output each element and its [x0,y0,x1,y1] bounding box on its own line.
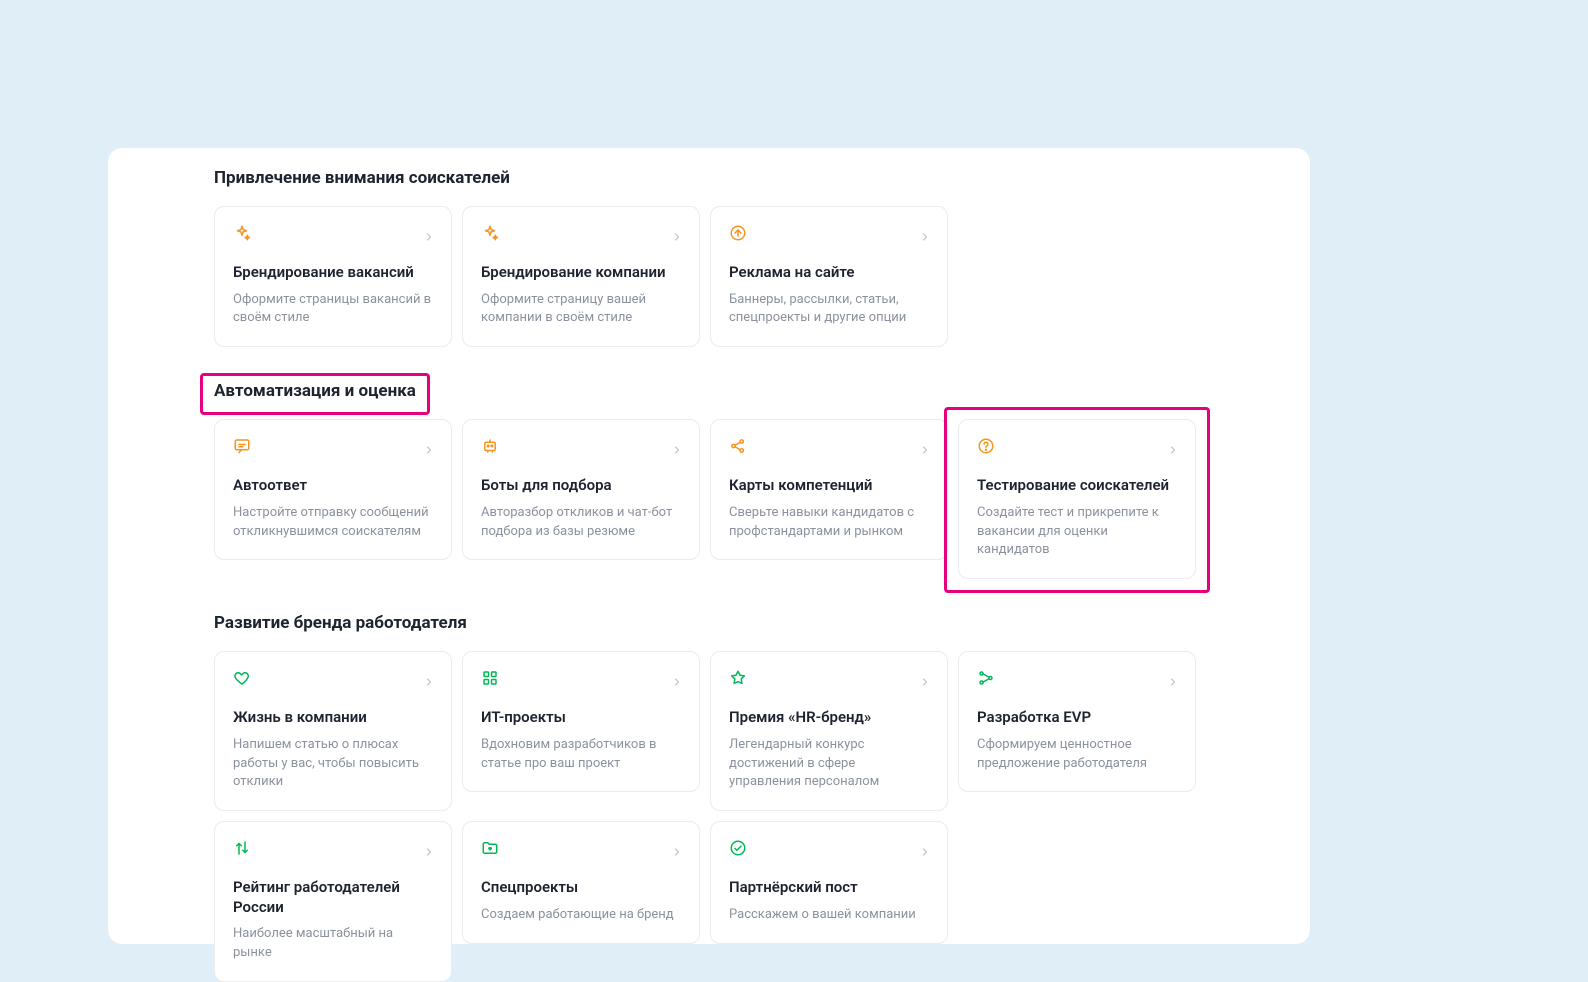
card-title: Реклама на сайте [729,263,929,283]
chevron-right-icon [919,228,929,238]
card-description: Авторазбор откликов и чат-бот подбора из… [481,504,681,542]
chevron-right-icon [919,441,929,451]
chevron-right-icon [1167,673,1177,683]
card-attract-0[interactable]: Брендирование вакансий Оформите страницы … [214,206,452,347]
card-automation-3[interactable]: Тестирование соискателей Создайте тест и … [958,419,1196,579]
card-icon-row [729,223,929,243]
share-icon [729,437,747,455]
card-icon-row [233,668,433,688]
section-heading-branding: Развитие бренда работодателя [214,613,467,633]
chevron-right-icon [671,441,681,451]
card-icon-row [481,436,681,456]
card-icon-row [481,223,681,243]
main-panel: Привлечение внимания соискателей Брендиро… [108,148,1310,944]
card-title: Брендирование вакансий [233,263,433,283]
card-automation-2[interactable]: Карты компетенций Сверьте навыки кандидат… [710,419,948,560]
card-title: Автоответ [233,476,433,496]
card-branding-1[interactable]: ИТ-проекты Вдохновим разработчиков в стат… [462,651,700,792]
heart-icon [233,669,251,687]
card-description: Настройте отправку сообщений откликнувши… [233,504,433,542]
star-icon [729,669,747,687]
arrow-up-circle-icon [729,224,747,242]
card-title: Разработка EVP [977,708,1177,728]
chevron-right-icon [919,843,929,853]
card-icon-row [977,668,1177,688]
card-icon-row [729,436,929,456]
card-description: Оформите страницу вашей компании в своём… [481,291,681,329]
card-title: Партнёрский пост [729,878,929,898]
card-title: Спецпроекты [481,878,681,898]
card-title: Брендирование компании [481,263,681,283]
chat-icon [233,437,251,455]
card-description: Напишем статью о плюсах работы у вас, чт… [233,736,433,793]
question-circle-icon [977,437,995,455]
chevron-right-icon [671,228,681,238]
card-attract-2[interactable]: Реклама на сайте Баннеры, рассылки, стать… [710,206,948,347]
card-title: Жизнь в компании [233,708,433,728]
card-description: Вдохновим разработчиков в статье про ваш… [481,736,681,774]
chevron-right-icon [919,673,929,683]
network-icon [977,669,995,687]
card-branding-4[interactable]: Рейтинг работодателей России Наиболее мас… [214,821,452,982]
card-branding-0[interactable]: Жизнь в компании Напишем статью о плюсах … [214,651,452,811]
card-grid-branding: Жизнь в компании Напишем статью о плюсах … [214,651,1252,982]
card-title: Карты компетенций [729,476,929,496]
card-title: ИТ-проекты [481,708,681,728]
folder-heart-icon [481,839,499,857]
card-icon-row [977,436,1177,456]
arrows-updown-icon [233,839,251,857]
content: Привлечение внимания соискателей Брендиро… [108,148,1310,982]
card-title: Премия «HR-бренд» [729,708,929,728]
check-circle-icon [729,839,747,857]
card-description: Сверьте навыки кандидатов с профстандарт… [729,504,929,542]
card-branding-3[interactable]: Разработка EVP Сформируем ценностное пред… [958,651,1196,792]
card-branding-2[interactable]: Премия «HR-бренд» Легендарный конкурс дос… [710,651,948,811]
sparkle-icon [481,224,499,242]
chevron-right-icon [423,441,433,451]
card-branding-6[interactable]: Партнёрский пост Расскажем о вашей компан… [710,821,948,943]
card-description: Наиболее масштабный на рынке [233,925,433,963]
card-title: Рейтинг работодателей России [233,878,433,917]
card-description: Создаем работающие на бренд [481,906,681,925]
card-description: Расскажем о вашей компании [729,906,929,925]
card-icon-row [481,838,681,858]
grid-icon [481,669,499,687]
bot-icon [481,437,499,455]
card-title: Тестирование соискателей [977,476,1177,496]
card-attract-1[interactable]: Брендирование компании Оформите страницу … [462,206,700,347]
card-icon-row [481,668,681,688]
card-icon-row [233,436,433,456]
chevron-right-icon [423,673,433,683]
card-description: Создайте тест и прикрепите к вакансии дл… [977,504,1177,561]
chevron-right-icon [423,228,433,238]
sparkle-icon [233,224,251,242]
card-icon-row [729,668,929,688]
card-grid-attract: Брендирование вакансий Оформите страницы … [214,206,1252,347]
chevron-right-icon [671,673,681,683]
card-branding-5[interactable]: Спецпроекты Создаем работающие на бренд [462,821,700,943]
card-icon-row [233,838,433,858]
section-heading-automation: Автоматизация и оценка [214,381,416,401]
card-grid-automation: Автоответ Настройте отправку сообщений от… [214,419,1252,579]
card-icon-row [729,838,929,858]
card-automation-1[interactable]: Боты для подбора Авторазбор откликов и ча… [462,419,700,560]
card-description: Легендарный конкурс достижений в сфере у… [729,736,929,793]
card-automation-0[interactable]: Автоответ Настройте отправку сообщений от… [214,419,452,560]
card-icon-row [233,223,433,243]
card-title: Боты для подбора [481,476,681,496]
card-description: Баннеры, рассылки, статьи, спецпроекты и… [729,291,929,329]
card-description: Оформите страницы вакансий в своём стиле [233,291,433,329]
section-heading-attract: Привлечение внимания соискателей [214,168,510,188]
chevron-right-icon [1167,441,1177,451]
chevron-right-icon [671,843,681,853]
chevron-right-icon [423,843,433,853]
card-description: Сформируем ценностное предложение работо… [977,736,1177,774]
